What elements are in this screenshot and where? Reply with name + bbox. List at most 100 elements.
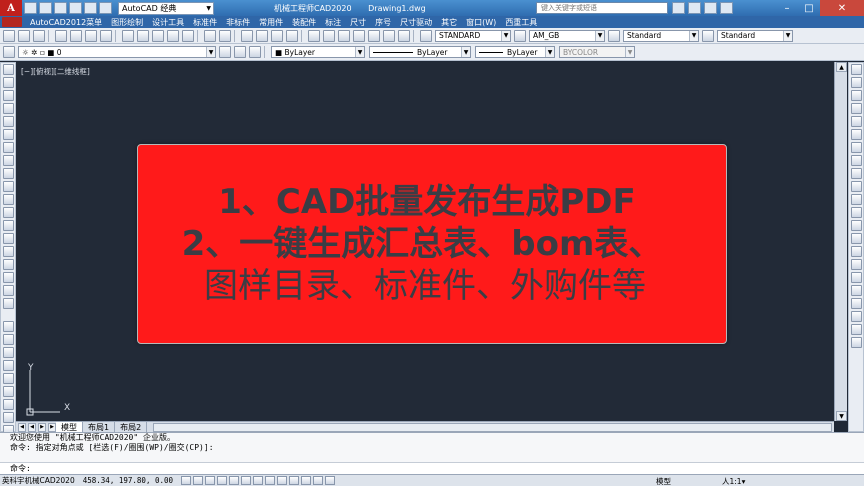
vertical-scrollbar[interactable]: ▲ ▼ <box>834 62 847 421</box>
properties-icon[interactable] <box>308 29 320 42</box>
grid-display-icon[interactable] <box>205 476 216 485</box>
copy-icon[interactable] <box>137 29 149 42</box>
minimize-button[interactable]: – <box>776 0 798 16</box>
maximize-button[interactable]: □ <box>798 0 820 16</box>
menu-item[interactable]: 序号 <box>375 17 391 28</box>
color-select[interactable]: ■ ByLayer ▼ <box>271 46 365 58</box>
polyline-icon[interactable] <box>2 347 14 358</box>
next-tab-icon[interactable]: ▶ <box>38 422 46 432</box>
circle-icon[interactable] <box>2 399 14 410</box>
tab-layout1[interactable]: 布局1 <box>83 422 116 432</box>
object-snap-tracking-icon[interactable] <box>253 476 264 485</box>
viewport-controls[interactable]: [−][俯视][二维线框] <box>21 66 90 77</box>
extend-icon[interactable] <box>850 194 862 205</box>
zoom-previous-icon[interactable] <box>286 29 298 42</box>
arc-icon[interactable] <box>2 386 14 397</box>
design-center-icon[interactable] <box>323 29 335 42</box>
help-icon[interactable] <box>720 2 733 14</box>
pan-icon[interactable] <box>241 29 253 42</box>
last-tab-icon[interactable]: ▶ <box>48 422 56 432</box>
blend-icon[interactable] <box>850 272 862 283</box>
redo-icon[interactable] <box>99 2 112 14</box>
selection-cycling-icon[interactable] <box>325 476 336 485</box>
line-icon[interactable] <box>2 321 14 332</box>
save-icon[interactable] <box>54 2 67 14</box>
break-icon[interactable] <box>850 220 862 231</box>
object-snap-icon[interactable] <box>241 476 252 485</box>
help-icon[interactable] <box>398 29 410 42</box>
print-icon[interactable] <box>69 2 82 14</box>
horizontal-scrollbar[interactable] <box>153 422 832 432</box>
new-icon[interactable] <box>3 29 15 42</box>
layer-select[interactable]: ☼ ✲ ▫ ■ 0 ▼ <box>18 46 216 58</box>
layer-state-icon[interactable] <box>249 46 261 58</box>
open-file-icon[interactable] <box>39 2 52 14</box>
search-input[interactable]: 键入关键字或短语 <box>536 2 668 14</box>
tab-layout2[interactable]: 布局2 <box>115 422 148 432</box>
ortho-mode-icon[interactable] <box>217 476 228 485</box>
cut-icon[interactable] <box>122 29 134 42</box>
menu-item[interactable]: 非标件 <box>226 17 250 28</box>
table-style-select[interactable]: Standard ▼ <box>623 29 699 42</box>
coordinate-readout[interactable]: 458.34, 197.80, 0.00 <box>83 476 173 485</box>
layer-previous-icon[interactable] <box>234 46 246 58</box>
text-style-select[interactable]: STANDARD ▼ <box>435 29 511 42</box>
scroll-up-icon[interactable]: ▲ <box>836 62 847 72</box>
menu-item[interactable]: 西重工具 <box>505 17 537 28</box>
region-icon[interactable] <box>2 272 14 283</box>
drawing-area[interactable]: [−][俯视][二维线框] 1、CAD批量发布生成PDF 2、一键生成汇总表、b… <box>16 62 834 421</box>
text-style-icon[interactable] <box>420 29 432 42</box>
table-style-icon[interactable] <box>608 29 620 42</box>
explode-icon[interactable] <box>850 285 862 296</box>
markup-icon[interactable] <box>368 29 380 42</box>
dynamic-input-icon[interactable] <box>277 476 288 485</box>
copy-object-icon[interactable] <box>850 77 862 88</box>
offset-icon[interactable] <box>850 103 862 114</box>
construction-line-icon[interactable] <box>2 77 14 88</box>
publish-icon[interactable] <box>85 29 97 42</box>
undo-icon[interactable] <box>84 2 97 14</box>
ellipse-icon[interactable] <box>2 181 14 192</box>
point-icon[interactable] <box>2 233 14 244</box>
erase-icon[interactable] <box>850 64 862 75</box>
lineweight-icon[interactable] <box>289 476 300 485</box>
menu-item[interactable]: AutoCAD2012菜单 <box>30 17 102 28</box>
dimension-diameter-icon[interactable] <box>850 337 862 348</box>
chamfer-icon[interactable] <box>850 246 862 257</box>
dimension-radius-icon[interactable] <box>850 324 862 335</box>
break-at-point-icon[interactable] <box>850 207 862 218</box>
infer-constraints-icon[interactable] <box>181 476 192 485</box>
dimension-aligned-icon[interactable] <box>850 311 862 322</box>
open-icon[interactable] <box>18 29 30 42</box>
menu-item[interactable]: 尺寸驱动 <box>400 17 432 28</box>
favorites-star-icon[interactable] <box>704 2 717 14</box>
transparency-icon[interactable] <box>301 476 312 485</box>
redo-icon[interactable] <box>219 29 231 42</box>
rectangle-icon[interactable] <box>2 116 14 127</box>
construction-line-icon[interactable] <box>2 334 14 345</box>
zoom-window-icon[interactable] <box>271 29 283 42</box>
trim-icon[interactable] <box>850 181 862 192</box>
dim-style-select[interactable]: AM_GB ▼ <box>529 29 605 42</box>
layer-manager-icon[interactable] <box>3 46 15 58</box>
paste-icon[interactable] <box>152 29 164 42</box>
menu-item[interactable]: 尺寸 <box>350 17 366 28</box>
menu-item[interactable]: 标注 <box>325 17 341 28</box>
workspace-select[interactable]: AutoCAD 经典 ▼ <box>118 1 214 15</box>
mirror-icon[interactable] <box>850 90 862 101</box>
close-button[interactable]: ✕ <box>820 0 864 16</box>
menu-item[interactable]: 其它 <box>441 17 457 28</box>
snap-mode-icon[interactable] <box>193 476 204 485</box>
first-tab-icon[interactable]: ◀ <box>18 422 26 432</box>
dim-style-icon[interactable] <box>514 29 526 42</box>
lineweight-select[interactable]: ByLayer ▼ <box>475 46 555 58</box>
linetype-select[interactable]: ByLayer ▼ <box>369 46 471 58</box>
scale-icon[interactable] <box>850 155 862 166</box>
make-block-icon[interactable] <box>2 220 14 231</box>
print-icon[interactable] <box>55 29 67 42</box>
undo-icon[interactable] <box>204 29 216 42</box>
join-icon[interactable] <box>850 233 862 244</box>
match-properties-icon[interactable] <box>167 29 179 42</box>
zoom-realtime-icon[interactable] <box>256 29 268 42</box>
menu-item[interactable]: 标准件 <box>193 17 217 28</box>
